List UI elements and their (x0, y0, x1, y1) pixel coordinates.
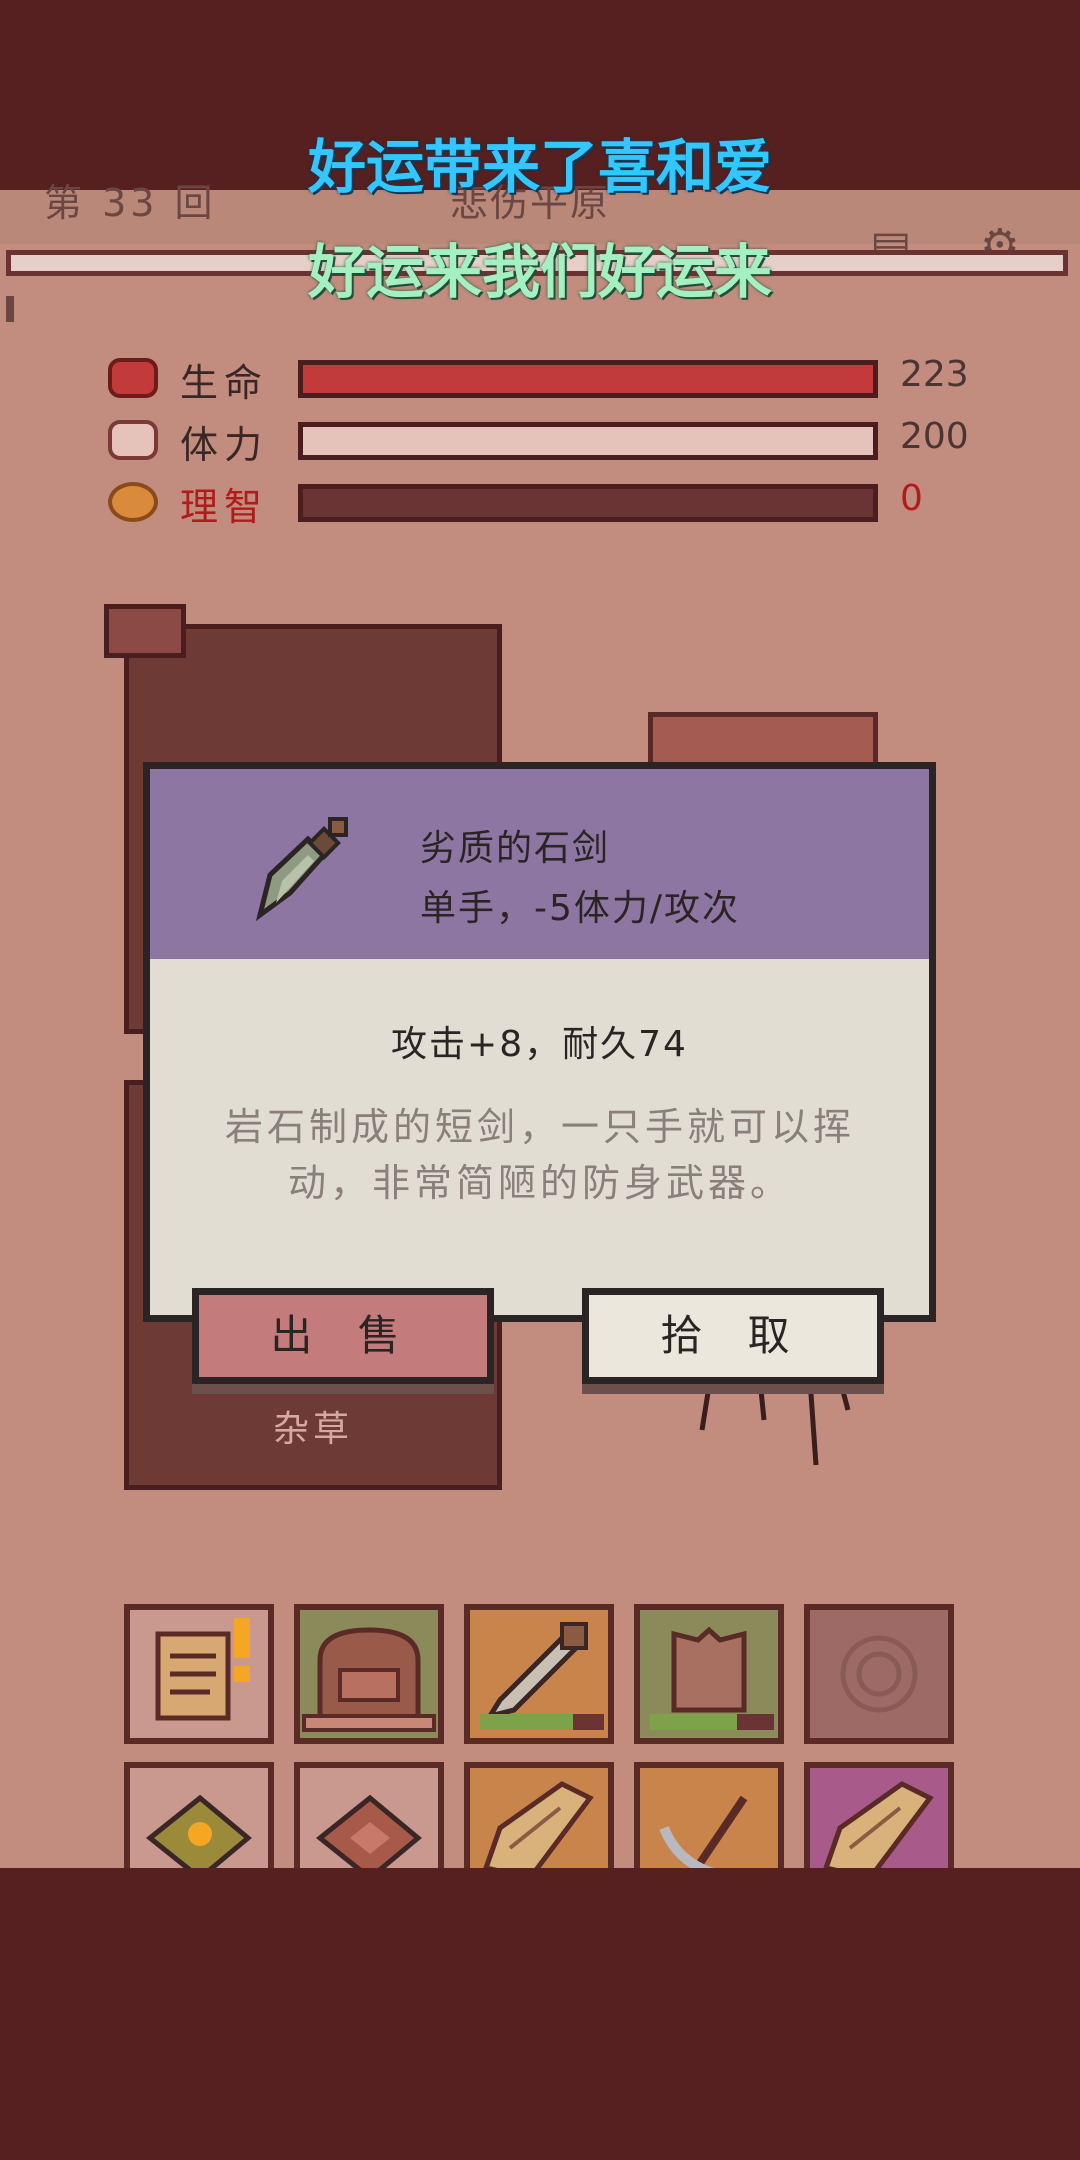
inventory-slot-armor[interactable] (634, 1604, 784, 1744)
sanity-bar (298, 484, 878, 522)
card-tab (104, 604, 186, 658)
item-description: 岩石制成的短剑，一只手就可以挥动，非常简陋的防身武器。 (224, 1105, 855, 1205)
empty-slot-icon (840, 1635, 918, 1713)
backpack-icon (302, 1627, 436, 1732)
stat-value: 223 (900, 354, 969, 395)
quest-scroll-icon (155, 1618, 250, 1721)
health-bar (298, 360, 878, 398)
card-label: 杂草 (272, 1409, 353, 1450)
lyric-line-1: 好运带来了喜和爱 (307, 133, 772, 201)
health-bar-fill (303, 365, 873, 393)
inventory-slot-quest[interactable] (124, 1604, 274, 1744)
stamina-bar-fill (303, 427, 873, 455)
stamina-icon (108, 420, 158, 460)
heart-icon (108, 358, 158, 398)
stat-row-stamina: 体力 200 (100, 414, 980, 474)
stat-row-sanity: 理智 0 (100, 476, 980, 536)
inventory-slot-empty[interactable] (804, 1604, 954, 1744)
durability-fill (650, 1714, 737, 1730)
stat-row-health: 生命 223 (100, 352, 980, 412)
durability-bar (650, 1714, 774, 1730)
item-type: 单手，-5体力/攻次 (420, 888, 741, 929)
roots-decoration (699, 1379, 851, 1466)
sell-button[interactable]: 出 售 (192, 1288, 494, 1384)
stat-label: 体力 (180, 423, 269, 467)
item-stats: 攻击+8，耐久74 (391, 1024, 688, 1065)
inventory-slot-backpack[interactable] (294, 1604, 444, 1744)
item-dialog-header: 劣质的石剑 单手，-5体力/攻次 (150, 769, 929, 959)
stamina-bar (298, 422, 878, 460)
stat-value: 200 (900, 416, 969, 457)
stat-value: 0 (900, 478, 923, 519)
inventory-slot-sword[interactable] (464, 1604, 614, 1744)
bottom-band (0, 1868, 1080, 2160)
durability-bar (480, 1714, 604, 1730)
stat-label: 生命 (180, 361, 269, 405)
item-dialog: 劣质的石剑 单手，-5体力/攻次 攻击+8，耐久74 岩石制成的短剑，一只手就可… (143, 762, 936, 1322)
stat-label: 理智 (180, 485, 269, 529)
lyric-line-2: 好运来我们好运来 (307, 238, 772, 306)
item-name: 劣质的石剑 (420, 828, 611, 869)
durability-fill (480, 1714, 573, 1730)
stone-sword-icon (255, 817, 348, 922)
pickup-button[interactable]: 拾 取 (582, 1288, 884, 1384)
sanity-icon (108, 482, 158, 522)
